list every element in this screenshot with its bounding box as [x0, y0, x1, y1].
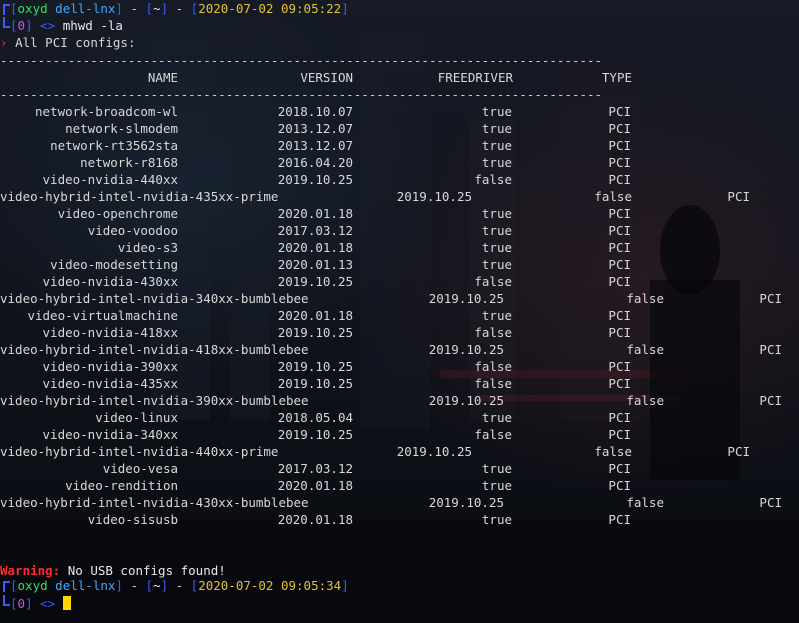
- prompt-user: oxyd: [17, 578, 48, 593]
- prompt-host: dell-lnx: [55, 578, 116, 593]
- row-type: PCI: [759, 393, 782, 408]
- row-type: PCI: [608, 206, 631, 221]
- row-type: PCI: [759, 495, 782, 510]
- column-header-name: NAME: [147, 70, 178, 85]
- terminal[interactable]: [oxyd dell-lnx] - [~] - [2020-07-02 09:0…: [0, 0, 799, 623]
- row-type: PCI: [608, 240, 631, 255]
- prompt-line: [oxyd dell-lnx] - [~] - [2020-07-02 09:0…: [0, 577, 349, 594]
- row-type: PCI: [608, 223, 631, 238]
- prompt-arrow-icon: <>: [40, 18, 56, 33]
- warning-label: Warning:: [0, 563, 61, 578]
- row-type: PCI: [608, 308, 631, 323]
- row-type: PCI: [608, 410, 631, 425]
- row-type: PCI: [759, 291, 782, 306]
- row-type: PCI: [608, 172, 631, 187]
- row-type: PCI: [727, 189, 750, 204]
- warning-message: No USB configs found!: [67, 563, 226, 578]
- prompt-line: [oxyd dell-lnx] - [~] - [2020-07-02 09:0…: [0, 0, 349, 17]
- row-type: PCI: [608, 478, 631, 493]
- prompt-timestamp: 2020-07-02 09:05:22: [198, 1, 342, 16]
- exit-status: 0: [17, 18, 26, 33]
- prompt-user: oxyd: [17, 1, 48, 16]
- row-type: PCI: [608, 138, 631, 153]
- row-type: PCI: [759, 342, 782, 357]
- prompt-dir: ~: [153, 1, 161, 16]
- column-header-freedriver: FREEDRIVER: [437, 70, 513, 85]
- prompt-dir: ~: [153, 578, 161, 593]
- prompt-timestamp: 2020-07-02 09:05:34: [198, 578, 342, 593]
- separator-line: ----------------------------------------…: [0, 87, 603, 102]
- row-type: PCI: [608, 274, 631, 289]
- row-type: PCI: [608, 104, 631, 119]
- row-type: PCI: [608, 427, 631, 442]
- prompt-corner-icon: [3, 4, 10, 15]
- section-title: All PCI configs:: [15, 35, 136, 50]
- row-type: PCI: [608, 461, 631, 476]
- text-cursor[interactable]: [62, 596, 71, 610]
- command-line[interactable]: [0] <>: [0, 595, 71, 612]
- row-type: PCI: [608, 257, 631, 272]
- row-type: PCI: [608, 121, 631, 136]
- separator-line: ----------------------------------------…: [0, 53, 603, 68]
- output-header: › All PCI configs:: [0, 34, 135, 51]
- row-type: PCI: [608, 359, 631, 374]
- row-type: PCI: [608, 325, 631, 340]
- row-type: PCI: [727, 444, 750, 459]
- prompt-host: dell-lnx: [55, 1, 116, 16]
- command-text: mhwd -la: [62, 18, 123, 33]
- prompt-corner-icon: [3, 595, 10, 606]
- chevron-right-icon: ›: [0, 35, 8, 50]
- column-header-version: VERSION: [300, 70, 353, 85]
- prompt-corner-icon: [3, 581, 10, 592]
- row-type: PCI: [608, 376, 631, 391]
- command-line: [0] <> mhwd -la: [0, 17, 123, 34]
- exit-status: 0: [17, 596, 26, 611]
- column-header-type: TYPE: [601, 70, 632, 85]
- prompt-arrow-icon: <>: [40, 596, 56, 611]
- row-type: PCI: [608, 155, 631, 170]
- prompt-corner-icon: [3, 17, 10, 28]
- row-type: PCI: [608, 512, 631, 527]
